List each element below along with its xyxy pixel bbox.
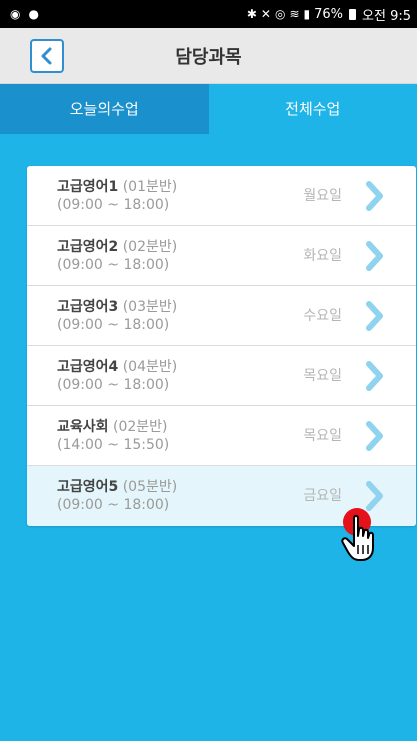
course-title-line: 고급영어2 (02분반)	[57, 238, 177, 256]
course-section: (04분반)	[122, 358, 178, 375]
chevron-right-icon	[366, 181, 383, 211]
course-section: (02분반)	[112, 418, 168, 435]
course-day: 목요일	[303, 428, 342, 444]
app-header: 담당과목	[0, 28, 417, 84]
bluetooth-icon: ✱	[246, 7, 257, 21]
battery-icon	[349, 8, 357, 20]
tab-bar: 오늘의수업 전체수업	[0, 84, 417, 134]
course-title-line: 고급영어3 (03분반)	[57, 298, 177, 316]
course-text: 고급영어3 (03분반) (09:00 ~ 18:00)	[57, 298, 177, 334]
status-right: ✱ ✕ ◎ ≋ ▮ 76% 오전 9:5	[247, 5, 411, 24]
course-time: (09:00 ~ 18:00)	[57, 376, 170, 393]
course-item[interactable]: 고급영어2 (02분반) (09:00 ~ 18:00) 화요일	[27, 226, 416, 286]
chevron-right-icon	[366, 301, 383, 331]
course-list: 고급영어1 (01분반) (09:00 ~ 18:00) 월요일 고급영어2 (…	[27, 166, 416, 526]
course-text: 교육사회 (02분반) (14:00 ~ 15:50)	[57, 418, 169, 454]
chevron-right-icon	[366, 421, 383, 451]
signal-icon: ▮	[303, 7, 311, 21]
course-title-line: 교육사회 (02분반)	[57, 418, 169, 436]
course-time: (09:00 ~ 18:00)	[57, 256, 170, 273]
tab-all-classes[interactable]: 전체수업	[209, 84, 417, 134]
course-day: 목요일	[303, 368, 342, 384]
status-bar: ◉ ● ✱ ✕ ◎ ≋ ▮ 76% 오전 9:5	[0, 0, 417, 28]
course-section: (02분반)	[122, 238, 178, 255]
alarm-icon: ◎	[274, 7, 286, 21]
course-text: 고급영어5 (05분반) (09:00 ~ 18:00)	[57, 478, 177, 514]
status-left: ◉ ●	[10, 8, 39, 20]
course-title-line: 고급영어1 (01분반)	[57, 178, 177, 196]
chevron-right-icon	[366, 481, 383, 511]
course-name: 교육사회	[57, 418, 109, 435]
app-screen: ◉ ● ✱ ✕ ◎ ≋ ▮ 76% 오전 9:5 담당과목 오늘의수업 전체수업	[0, 0, 417, 741]
course-item[interactable]: 교육사회 (02분반) (14:00 ~ 15:50) 목요일	[27, 406, 416, 466]
hand-pointer-icon	[341, 514, 374, 561]
course-time: (09:00 ~ 18:00)	[57, 497, 170, 513]
course-text: 고급영어4 (04분반) (09:00 ~ 18:00)	[57, 358, 177, 394]
course-item[interactable]: 고급영어1 (01분반) (09:00 ~ 18:00) 월요일	[27, 166, 416, 226]
course-text: 고급영어2 (02분반) (09:00 ~ 18:00)	[57, 238, 177, 274]
course-time: (09:00 ~ 18:00)	[57, 196, 170, 213]
course-time: (09:00 ~ 18:00)	[57, 316, 170, 333]
back-button[interactable]	[30, 39, 64, 73]
chevron-left-icon	[41, 47, 52, 65]
course-name: 고급영어2	[57, 238, 119, 255]
course-item[interactable]: 고급영어3 (03분반) (09:00 ~ 18:00) 수요일	[27, 286, 416, 346]
course-title-line: 고급영어4 (04분반)	[57, 358, 177, 376]
app-notification-icon: ◉	[10, 7, 21, 21]
course-section: (01분반)	[122, 178, 178, 195]
course-day: 월요일	[303, 188, 342, 204]
course-day: 화요일	[303, 248, 342, 264]
course-text: 고급영어1 (01분반) (09:00 ~ 18:00)	[57, 178, 177, 214]
chevron-right-icon	[366, 241, 383, 271]
course-section: (05분반)	[122, 479, 178, 495]
mute-icon: ✕	[260, 7, 271, 21]
course-title-line: 고급영어5 (05분반)	[57, 478, 177, 496]
course-day: 금요일	[303, 488, 342, 504]
tab-today-classes[interactable]: 오늘의수업	[0, 84, 209, 134]
course-day: 수요일	[303, 308, 342, 324]
battery-percent: 76%	[314, 6, 344, 22]
course-time: (14:00 ~ 15:50)	[57, 436, 170, 453]
course-name: 고급영어5	[57, 479, 119, 495]
clock: 오전 9:5	[362, 8, 411, 24]
course-item[interactable]: 고급영어4 (04분반) (09:00 ~ 18:00) 목요일	[27, 346, 416, 406]
course-name: 고급영어4	[57, 358, 119, 375]
content-area: 고급영어1 (01분반) (09:00 ~ 18:00) 월요일 고급영어2 (…	[0, 134, 417, 741]
message-icon: ●	[28, 7, 39, 21]
course-section: (03분반)	[122, 298, 178, 315]
course-name: 고급영어1	[57, 178, 119, 195]
chevron-right-icon	[366, 361, 383, 391]
wifi-icon: ≋	[289, 7, 300, 21]
course-name: 고급영어3	[57, 298, 119, 315]
